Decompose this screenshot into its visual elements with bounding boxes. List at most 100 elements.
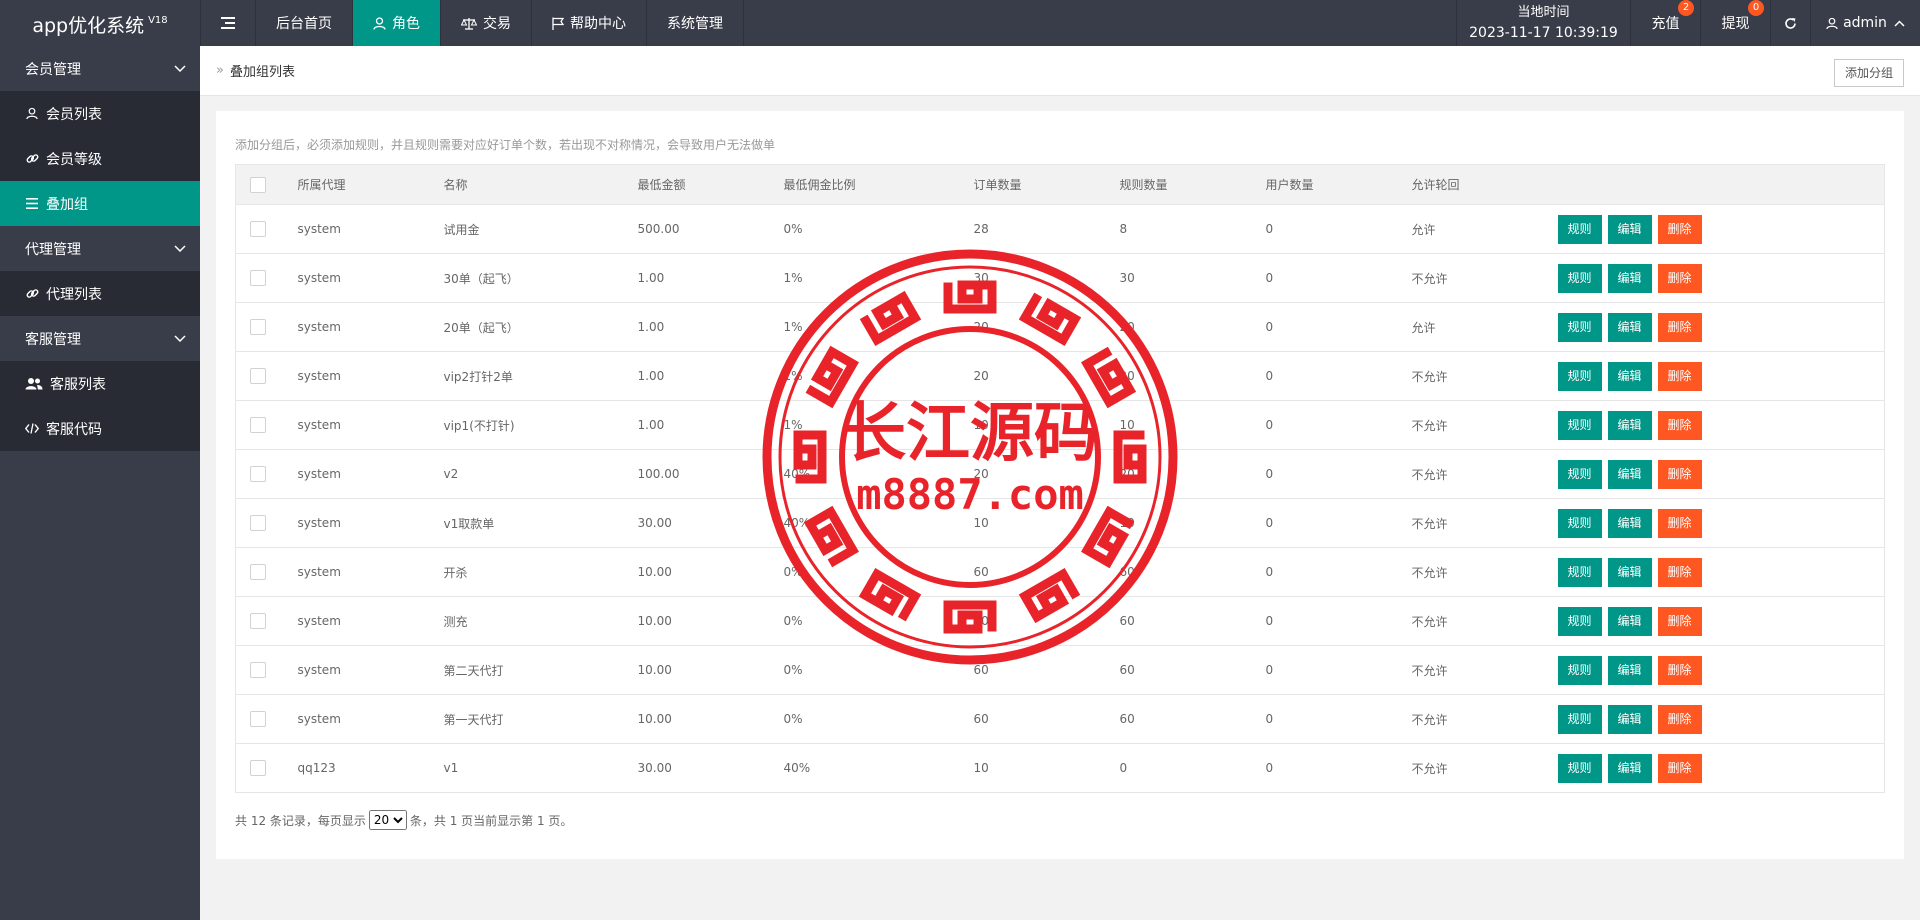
edit-button[interactable]: 编辑: [1607, 410, 1652, 440]
column-header: 允许轮回: [1411, 164, 1558, 205]
table-cell: 0: [1265, 498, 1412, 548]
edit-button[interactable]: 编辑: [1607, 753, 1652, 783]
delete-button[interactable]: 删除: [1657, 655, 1702, 685]
row-select-cell: [235, 204, 298, 254]
row-checkbox[interactable]: [250, 760, 266, 776]
withdraw-button[interactable]: 提现 0: [1700, 0, 1770, 46]
delete-button[interactable]: 删除: [1657, 263, 1702, 293]
nav-trade[interactable]: 交易: [441, 0, 532, 46]
rules-button[interactable]: 规则: [1557, 753, 1602, 783]
delete-button[interactable]: 删除: [1657, 410, 1702, 440]
row-checkbox[interactable]: [250, 368, 266, 384]
row-checkbox[interactable]: [250, 515, 266, 531]
sidebar-item-service-list[interactable]: 客服列表: [0, 361, 200, 406]
refresh-button[interactable]: [1770, 0, 1810, 46]
sidebar-group-member[interactable]: 会员管理: [0, 46, 200, 91]
row-checkbox[interactable]: [250, 319, 266, 335]
local-time: 当地时间 2023-11-17 10:39:19: [1456, 0, 1630, 46]
sidebar-item-agent-list[interactable]: 代理列表: [0, 271, 200, 316]
rules-button[interactable]: 规则: [1557, 557, 1602, 587]
row-actions: 规则 编辑 删除: [1557, 743, 1885, 793]
edit-button[interactable]: 编辑: [1607, 557, 1652, 587]
table-cell: 不允许: [1411, 645, 1558, 695]
add-group-button[interactable]: 添加分组: [1833, 59, 1904, 87]
row-checkbox[interactable]: [250, 662, 266, 678]
rules-button[interactable]: 规则: [1557, 410, 1602, 440]
edit-button[interactable]: 编辑: [1607, 312, 1652, 342]
edit-button[interactable]: 编辑: [1607, 606, 1652, 636]
nav-help[interactable]: 帮助中心: [532, 0, 647, 46]
edit-button[interactable]: 编辑: [1607, 214, 1652, 244]
nav-home[interactable]: 后台首页: [256, 0, 353, 46]
table-body: system 试用金 500.00 0% 28 8 0 允许 规则 编辑 删除 system 30单（起…: [235, 204, 1885, 793]
rules-button[interactable]: 规则: [1557, 361, 1602, 391]
rules-button[interactable]: 规则: [1557, 214, 1602, 244]
delete-button[interactable]: 删除: [1657, 557, 1702, 587]
table-cell: system: [297, 253, 444, 303]
sidebar-item-overlay-group[interactable]: 叠加组: [0, 181, 200, 226]
edit-button[interactable]: 编辑: [1607, 655, 1652, 685]
table-cell: system: [297, 645, 444, 695]
row-actions: 规则 编辑 删除: [1557, 302, 1885, 352]
table-cell: 不允许: [1411, 449, 1558, 499]
delete-button[interactable]: 删除: [1657, 361, 1702, 391]
rules-button[interactable]: 规则: [1557, 655, 1602, 685]
table-cell: 0%: [783, 596, 974, 646]
app-version: V18: [148, 15, 168, 26]
notice-text: 添加分组后，必须添加规则，并且规则需要对应好订单个数，若出现不对称情况，会导致用…: [235, 138, 776, 152]
row-checkbox[interactable]: [250, 564, 266, 580]
row-checkbox[interactable]: [250, 221, 266, 237]
row-checkbox[interactable]: [250, 466, 266, 482]
row-checkbox[interactable]: [250, 613, 266, 629]
table-row: system 第二天代打 10.00 0% 60 60 0 不允许 规则 编辑 删除: [235, 645, 1885, 695]
app-logo: app优化系统 V18: [0, 0, 200, 46]
sidebar-group-service[interactable]: 客服管理: [0, 316, 200, 361]
rules-button[interactable]: 规则: [1557, 508, 1602, 538]
delete-button[interactable]: 删除: [1657, 312, 1702, 342]
row-checkbox[interactable]: [250, 711, 266, 727]
delete-button[interactable]: 删除: [1657, 459, 1702, 489]
user-menu[interactable]: admin: [1810, 0, 1920, 46]
sidebar-item-service-code[interactable]: 客服代码: [0, 406, 200, 451]
sidebar-item-label: 客服列表: [50, 376, 106, 393]
rules-button[interactable]: 规则: [1557, 704, 1602, 734]
recharge-button[interactable]: 充值 2: [1630, 0, 1700, 46]
rules-button[interactable]: 规则: [1557, 263, 1602, 293]
page-size-select[interactable]: 20: [368, 810, 407, 830]
rules-button[interactable]: 规则: [1557, 312, 1602, 342]
chevron-up-icon: [1894, 19, 1905, 27]
edit-button[interactable]: 编辑: [1607, 459, 1652, 489]
row-actions: 规则 编辑 删除: [1557, 204, 1885, 254]
sidebar-item-member-level[interactable]: 会员等级: [0, 136, 200, 181]
group-table: 所属代理 名称 最低金额 最低佣金比例 订单数量 规则数量 用户数量 允许轮回 …: [235, 164, 1885, 793]
menu-toggle-button[interactable]: [200, 0, 256, 46]
table-cell: 测充: [443, 596, 638, 646]
table-cell: 0: [1265, 449, 1412, 499]
rules-button[interactable]: 规则: [1557, 459, 1602, 489]
sidebar-group-agent[interactable]: 代理管理: [0, 226, 200, 271]
sidebar-group-label: 客服管理: [25, 331, 81, 348]
row-checkbox[interactable]: [250, 270, 266, 286]
delete-button[interactable]: 删除: [1657, 606, 1702, 636]
row-checkbox[interactable]: [250, 417, 266, 433]
sidebar: 会员管理 会员列表 会员等级 叠加组 代理管理 代理列表 客服管理 客服列表 客…: [0, 46, 200, 920]
nav-role-label: 角色: [392, 16, 420, 32]
table-cell: 60: [1119, 645, 1266, 695]
edit-button[interactable]: 编辑: [1607, 704, 1652, 734]
edit-button[interactable]: 编辑: [1607, 361, 1652, 391]
nav-system[interactable]: 系统管理: [647, 0, 744, 46]
edit-button[interactable]: 编辑: [1607, 263, 1652, 293]
row-select-cell: [235, 694, 298, 744]
delete-button[interactable]: 删除: [1657, 508, 1702, 538]
link-icon: [25, 152, 39, 165]
delete-button[interactable]: 删除: [1657, 214, 1702, 244]
sidebar-item-member-list[interactable]: 会员列表: [0, 91, 200, 136]
table-header-row: 所属代理 名称 最低金额 最低佣金比例 订单数量 规则数量 用户数量 允许轮回: [235, 164, 1885, 205]
nav-role[interactable]: 角色: [353, 0, 441, 46]
rules-button[interactable]: 规则: [1557, 606, 1602, 636]
edit-button[interactable]: 编辑: [1607, 508, 1652, 538]
delete-button[interactable]: 删除: [1657, 753, 1702, 783]
select-all-checkbox[interactable]: [250, 176, 266, 193]
table-cell: 不允许: [1411, 400, 1558, 450]
delete-button[interactable]: 删除: [1657, 704, 1702, 734]
